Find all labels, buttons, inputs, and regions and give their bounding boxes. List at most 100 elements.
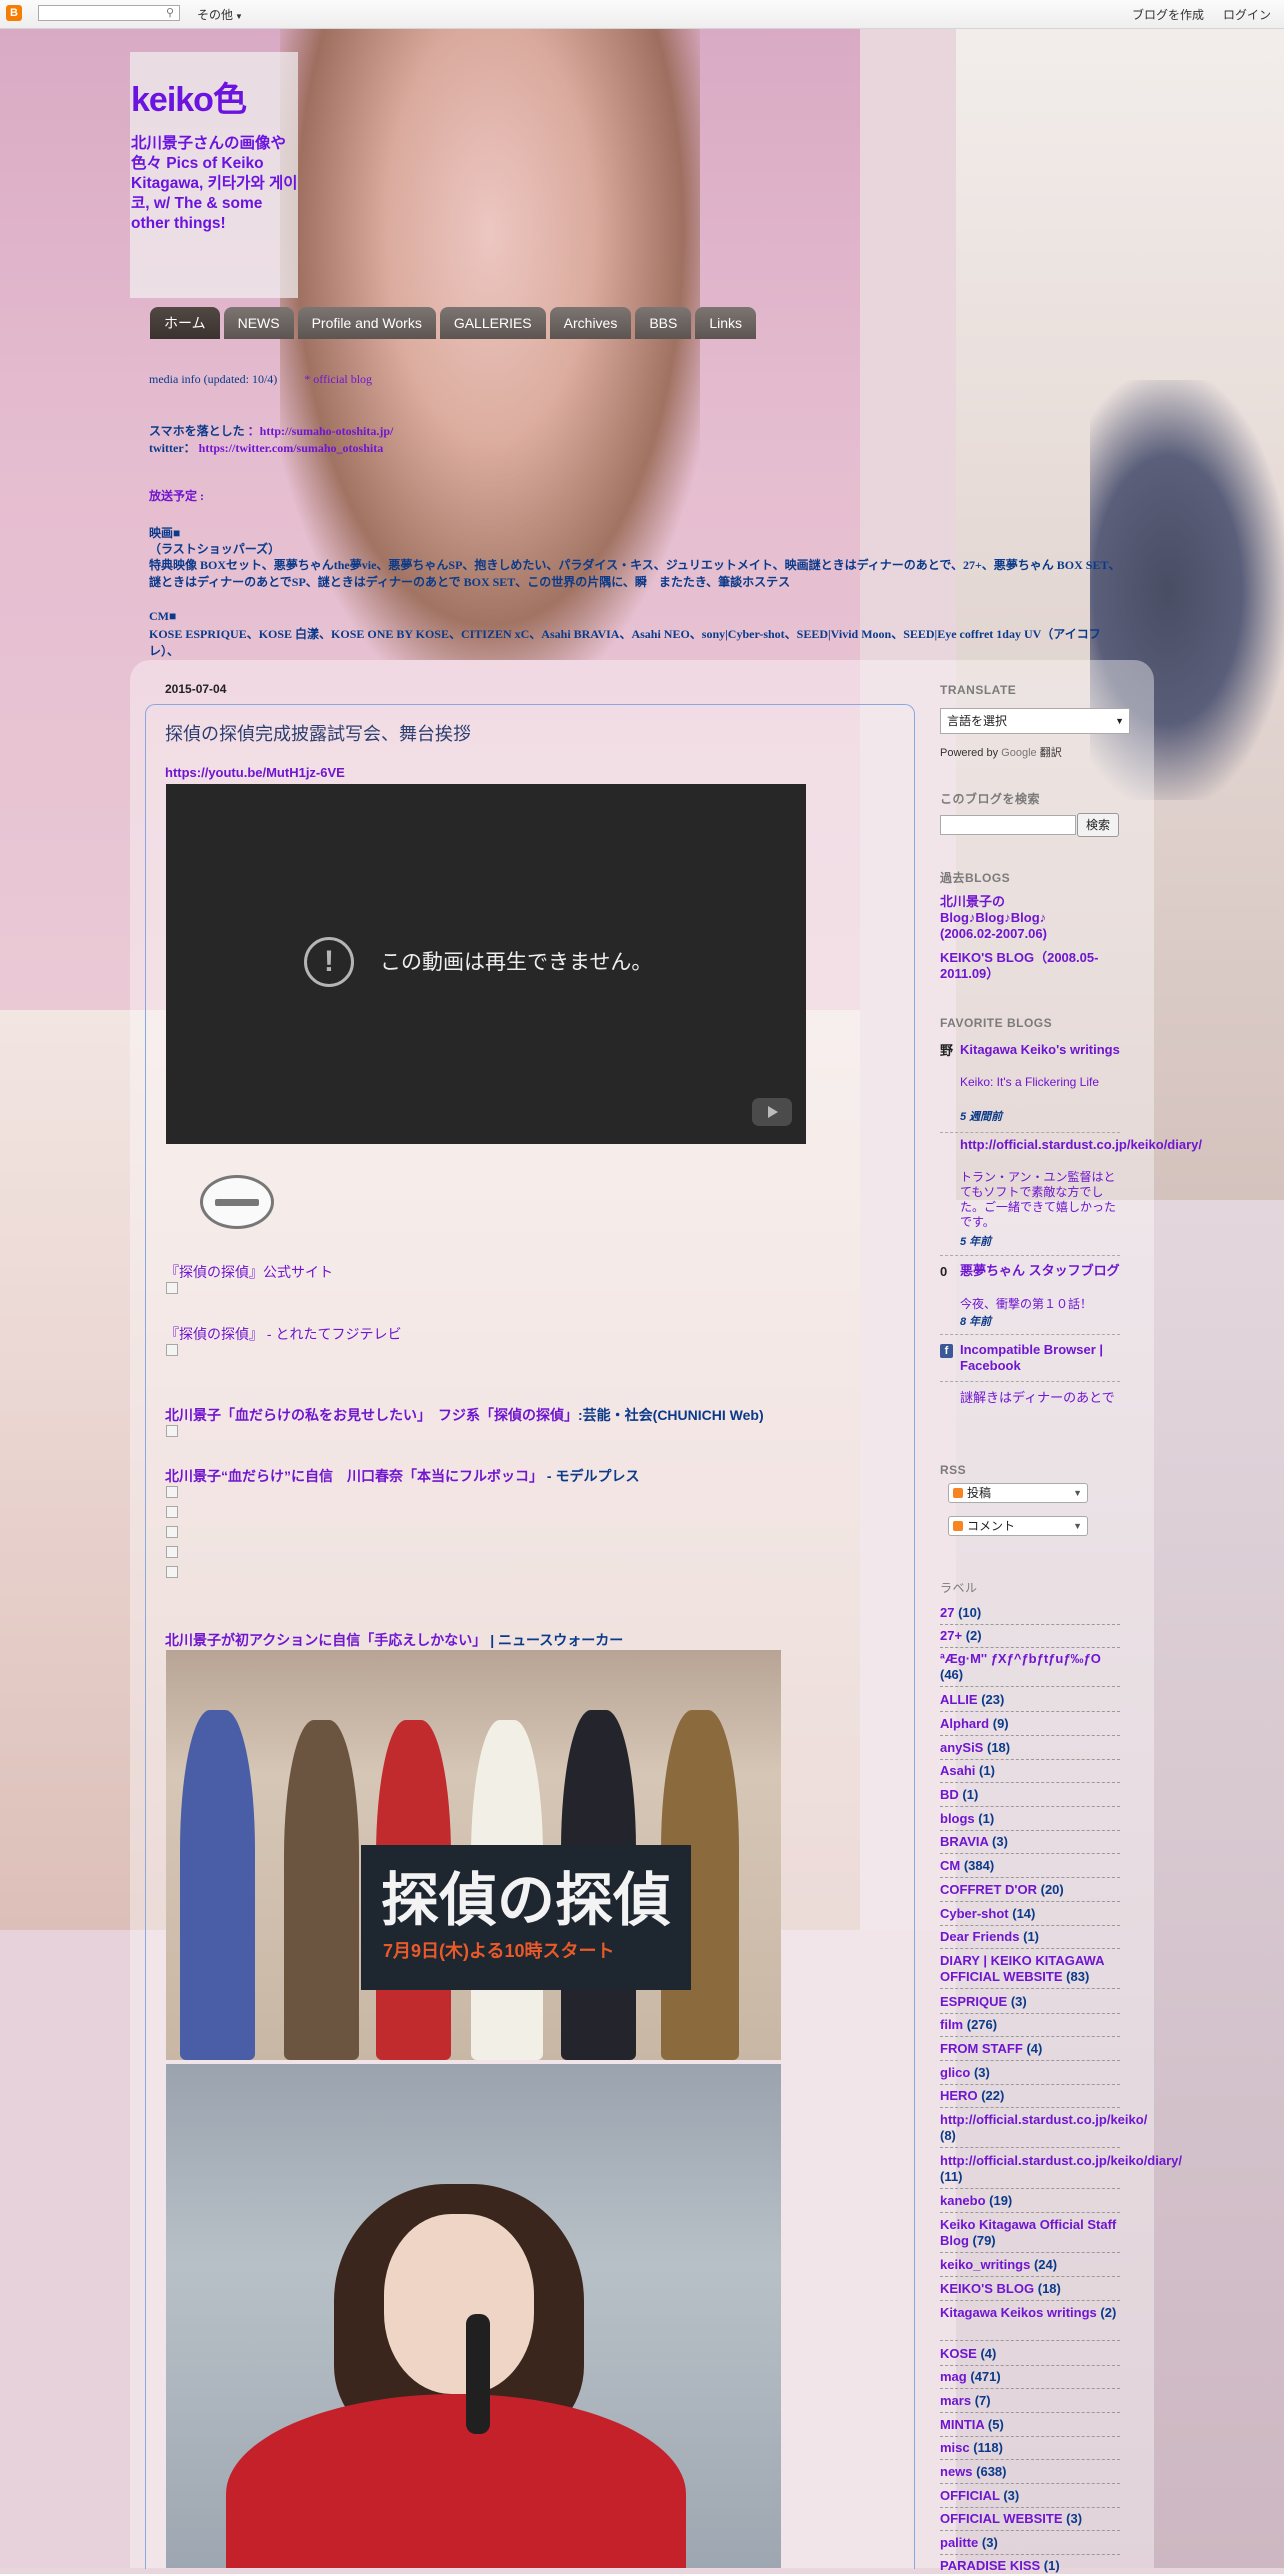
favorite-blog-post[interactable]: 今夜、衝撃の第１０話！ [960,1297,1120,1312]
search-icon[interactable]: ⚲ [166,6,179,20]
login-link[interactable]: ログイン [1223,6,1271,23]
tab-home[interactable]: ホーム [150,307,220,339]
tab-galleries[interactable]: GALLERIES [439,307,546,339]
label-link[interactable]: FROM STAFF (4) [940,2041,1120,2057]
label-link[interactable]: BD (1) [940,1787,1120,1803]
divider [940,2060,1120,2061]
event-photo-group[interactable]: 探偵の探偵 7月9日(木)よる10時スタート [166,1650,781,2060]
label-link[interactable]: mag (471) [940,2369,1120,2385]
label-link[interactable]: Dear Friends (1) [940,1929,1120,1945]
navbar-search-input[interactable] [38,5,180,21]
favorite-blog-title[interactable]: Incompatible Browser | Facebook [960,1342,1120,1374]
label-link[interactable]: http://official.stardust.co.jp/keiko/dia… [940,2153,1182,2185]
label-link[interactable]: OFFICIAL WEBSITE (3) [940,2511,1120,2527]
label-count: (24) [1033,2257,1058,2272]
label-link[interactable]: blogs (1) [940,1811,1120,1827]
label-name: kanebo [940,2193,986,2208]
label-link[interactable]: MINTIA (5) [940,2417,1120,2433]
blogger-logo-icon[interactable]: B [6,5,22,21]
rss-comments-dropdown[interactable]: コメント ▼ [948,1516,1088,1536]
label-count: (9) [992,1716,1009,1731]
translate-link[interactable]: 翻訳 [1040,747,1062,759]
label-link[interactable]: CM (384) [940,1858,1120,1874]
tab-news[interactable]: NEWS [223,307,294,339]
tab-profile-and-works[interactable]: Profile and Works [297,307,436,339]
rss-icon [953,1488,963,1498]
post-link[interactable]: 『探偵の探偵』公式サイト [165,1262,333,1282]
tab-links[interactable]: Links [695,307,757,339]
label-link[interactable]: news (638) [940,2464,1120,2480]
label-link[interactable]: DIARY | KEIKO KITAGAWA OFFICIAL WEBSITE … [940,1953,1120,1985]
label-name: CM [940,1858,961,1873]
post-link-text: 『探偵の探偵』公式サイト [165,1264,333,1280]
sumaho-site-link[interactable]: ：http://sumaho-otoshita.jp/ [248,424,394,438]
language-select[interactable]: 言語を選択 ▼ [940,708,1130,734]
label-count: (22) [981,2088,1005,2103]
label-link[interactable]: 27+ (2) [940,1628,1120,1644]
rss-icon [953,1521,963,1531]
label-link[interactable]: misc (118) [940,2440,1120,2456]
post-link[interactable]: 北川景子“血だらけ”に自信 川口春奈「本当にフルボッコ」 - モデルプレス [165,1466,639,1486]
past-blog-link[interactable]: 北川景子の Blog♪Blog♪Blog♪ (2006.02-2007.06) [940,894,1090,942]
label-link[interactable]: http://official.stardust.co.jp/keiko/ (8… [940,2112,1147,2144]
twitter-label: twitter： [149,441,196,455]
blog-search-input[interactable] [940,815,1076,835]
favorite-blog-post[interactable]: Keiko: It's a Flickering Life [960,1075,1120,1090]
label-link[interactable]: Cyber-shot (14) [940,1906,1120,1922]
label-link[interactable]: KEIKO'S BLOG (18) [940,2281,1120,2297]
label-count: (46) [940,1667,964,1682]
favorite-blog-title[interactable]: 悪夢ちゃん スタッフブログ [960,1263,1120,1279]
label-link[interactable]: ALLIE (23) [940,1692,1120,1708]
label-link[interactable]: ªÆg·M'' ƒXƒ^ƒbƒtƒuƒ‰ƒO (46) [940,1651,1120,1683]
label-count: (7) [974,2393,991,2408]
tab-archives[interactable]: Archives [549,307,632,339]
label-link[interactable]: HERO (22) [940,2088,1120,2104]
favorite-blog-title[interactable]: http://official.stardust.co.jp/keiko/dia… [960,1137,1202,1153]
label-link[interactable]: OFFICIAL (3) [940,2488,1120,2504]
post-title[interactable]: 探偵の探偵完成披露試写会、舞台挨拶 [165,720,471,746]
rss-posts-dropdown[interactable]: 投稿 ▼ [948,1483,1088,1503]
tab-bbs[interactable]: BBS [635,307,692,339]
label-link[interactable]: anySiS (18) [940,1740,1120,1756]
favorite-blog-title[interactable]: 謎解きはディナーのあとで [960,1390,1120,1406]
label-link[interactable]: glico (3) [940,2065,1120,2081]
label-link[interactable]: mars (7) [940,2393,1120,2409]
favorite-blog-title[interactable]: Kitagawa Keiko's writings [960,1042,1120,1058]
navbar-more-menu[interactable]: その他 ▼ [197,6,243,23]
label-link[interactable]: PARADISE KISS (1) [940,2558,1120,2574]
favorite-blog-post[interactable]: トラン・アン・ユン監督はとてもソフトで素敵な方でした。ご一緒できて嬉しかったです… [960,1170,1120,1230]
youtube-link[interactable]: https://youtu.be/MutH1jz-6VE [165,765,345,780]
label-link[interactable]: kanebo (19) [940,2193,1120,2209]
label-link[interactable]: keiko_writings (24) [940,2257,1120,2273]
label-link[interactable]: 27 (10) [940,1605,1120,1621]
label-link[interactable]: Asahi (1) [940,1763,1120,1779]
label-link[interactable]: Kitagawa Keikos writings (2) [940,2305,1120,2321]
label-link[interactable]: Alphard (9) [940,1716,1120,1732]
label-link[interactable]: COFFRET D'OR (20) [940,1882,1120,1898]
minus-circle-icon[interactable] [200,1175,274,1229]
label-link[interactable]: film (276) [940,2017,1120,2033]
label-link[interactable]: palitte (3) [940,2535,1120,2551]
blog-search-heading: このブログを検索 [940,792,1041,806]
blog-search-button[interactable]: 検索 [1077,813,1119,837]
post-link[interactable]: 『探偵の探偵』 - とれたてフジテレビ [165,1324,401,1344]
twitter-link[interactable]: https://twitter.com/sumaho_otoshita [199,441,384,455]
create-blog-link[interactable]: ブログを作成 [1132,6,1204,23]
divider [940,2530,1120,2531]
post-link-source: :芸能・社会(CHUNICHI Web) [578,1407,764,1423]
past-blog-link[interactable]: KEIKO'S BLOG（2008.05-2011.09） [940,950,1120,982]
label-link[interactable]: Keiko Kitagawa Official Staff Blog (79) [940,2217,1120,2249]
label-link[interactable]: BRAVIA (3) [940,1834,1120,1850]
youtube-logo-icon[interactable] [752,1098,792,1126]
blog-favicon-icon: 野 [940,1043,954,1058]
event-photo-speaker[interactable] [166,2064,781,2568]
blog-title[interactable]: keiko色 [131,72,247,121]
label-link[interactable]: KOSE (4) [940,2346,1120,2362]
post-link[interactable]: 北川景子「血だらけの私をお見せしたい」 フジ系「探偵の探偵」:芸能・社会(CHU… [165,1405,764,1425]
broken-image-icon [166,1282,178,1294]
label-name: news [940,2464,973,2479]
label-link[interactable]: ESPRIQUE (3) [940,1994,1120,2010]
favorite-blog-age: 8 年前 [960,1316,992,1328]
post-link[interactable]: 北川景子が初アクションに自信「手応えしかない」 | ニュースウォーカー [165,1630,623,1650]
official-blog-link[interactable]: * official blog [304,372,372,386]
